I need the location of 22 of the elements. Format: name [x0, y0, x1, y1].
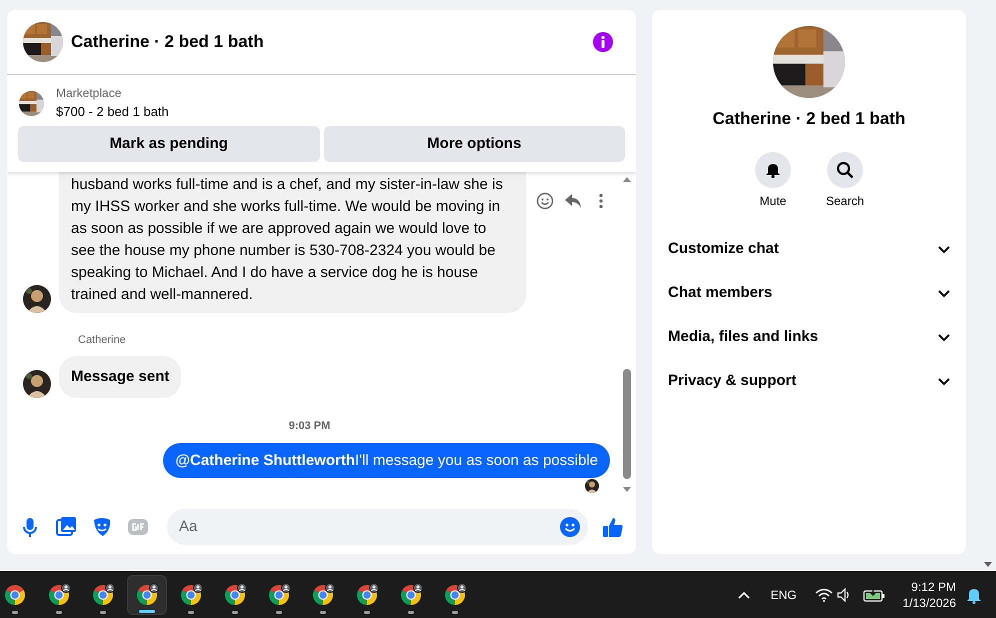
chat-title: Catherine · 2 bed 1 bath	[71, 31, 265, 54]
clock-time[interactable]: 9:12 PM	[911, 578, 956, 594]
message-input[interactable]: Aa	[167, 509, 588, 545]
message-bubble: husband works full-time and is a chef, and my sister-in-law she is my IHSS worker and she works full-time. We would be moving in as soon as possible if we are approved again we would love to see the house my phone number is 530-708-2324 you would be speaking to Michael. And I do have a service dog he is house trained and well-mannered.	[59, 172, 526, 313]
message-bubble: Message sent	[59, 356, 182, 398]
listing-action-button[interactable]: More options	[324, 126, 625, 162]
listing-action-button[interactable]: Mark as pending	[18, 126, 320, 162]
section-row[interactable]: Media, files and links	[660, 316, 958, 360]
message-field: Aa	[179, 516, 560, 538]
message-bubble: @Catherine ShuttleworthI'll message you as soon as possible	[163, 442, 610, 478]
message-time: 9:03 PM	[288, 419, 330, 434]
sender-name: Catherine	[78, 334, 126, 346]
listing-title[interactable]: $700 - 2 bed 1 bath	[56, 103, 169, 121]
listing-source: Marketplace	[56, 85, 122, 101]
clock-date[interactable]: 1/13/2026	[902, 594, 956, 610]
chat-title: Catherine · 2 bed 1 bath	[712, 108, 906, 130]
action-label: Mute	[760, 192, 786, 210]
language-indicator[interactable]: ENG	[770, 586, 797, 604]
section-row[interactable]: Privacy & support	[660, 360, 958, 404]
section-row[interactable]: Customize chat	[660, 228, 958, 272]
action-label: Search	[826, 192, 864, 210]
section-row[interactable]: Chat members	[660, 272, 958, 316]
